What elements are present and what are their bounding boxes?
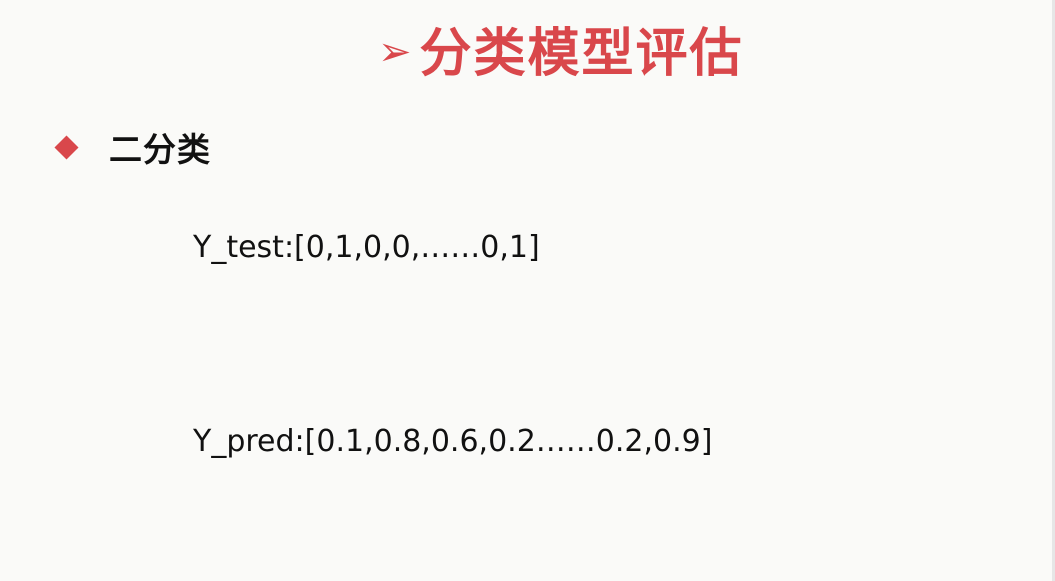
y-pred-line: Y_pred:[0.1,0.8,0.6,0.2……0.2,0.9] bbox=[193, 424, 713, 459]
red-diamond-icon bbox=[54, 134, 79, 160]
y-test-line: Y_test:[0,1,0,0,……0,1] bbox=[193, 230, 540, 265]
arrow-bullet-icon: ➢ bbox=[378, 29, 414, 75]
slide-title-text: 分类模型评估 bbox=[419, 24, 744, 84]
slide-title: ➢ 分类模型评估 bbox=[378, 18, 744, 90]
subtitle-row: 二分类 bbox=[54, 122, 211, 172]
subtitle-text: 二分类 bbox=[109, 130, 211, 169]
slide: ➢ 分类模型评估 二分类 Y_test:[0,1,0,0,……0,1] Y_pr… bbox=[0, 0, 1055, 581]
